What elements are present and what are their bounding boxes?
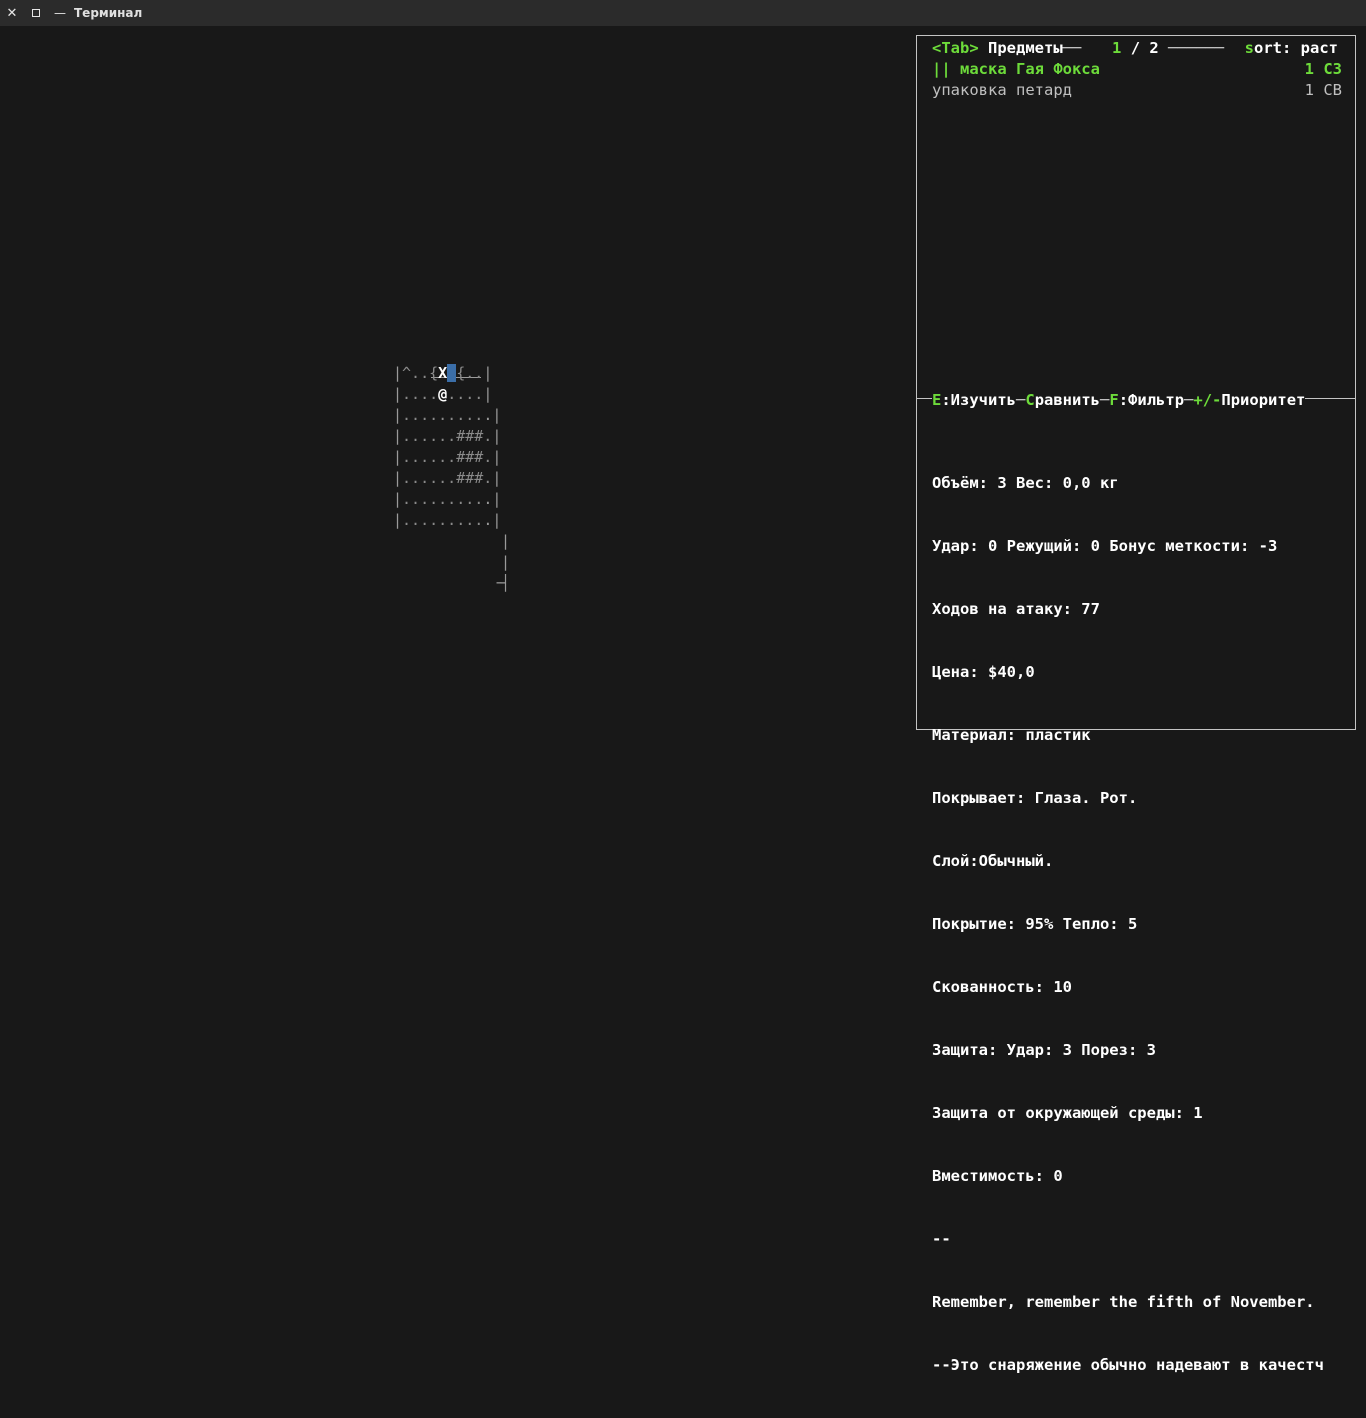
tab-key[interactable]: <Tab> <box>932 39 979 57</box>
map-row: |^..{X6{..| <box>393 364 493 382</box>
map-cursor: 6 <box>447 364 457 382</box>
map-wall-corner: ╶┤ <box>492 574 511 592</box>
item-details: Объём: 3 Вес: 0,0 кг Удар: 0 Режущий: 0 … <box>932 431 1352 1418</box>
sort-key: s <box>1244 39 1254 57</box>
cmd-filter-label[interactable]: :Фильтр <box>1119 391 1184 409</box>
maximize-icon[interactable] <box>24 0 48 26</box>
terminal-area[interactable]: |^..{X6{..| |....@....| |..........| |..… <box>0 26 1366 1374</box>
detail-line: Вместимость: 0 <box>932 1167 1063 1185</box>
close-icon[interactable]: ✕ <box>0 0 24 26</box>
map-row-3: ......###. <box>402 427 493 445</box>
detail-line: Объём: 3 Вес: 0,0 кг <box>932 474 1119 492</box>
map-player-x: X <box>438 364 448 382</box>
page-total: 2 <box>1149 39 1159 57</box>
sort-control[interactable]: sort: раст <box>1245 38 1338 59</box>
map-row: |......###.| <box>393 448 502 466</box>
inventory-item[interactable]: упаковка петард 1 СВ <box>932 80 1342 101</box>
detail-line: --Это снаряжение обычно надевают в качес… <box>932 1356 1324 1374</box>
minimize-icon[interactable]: — <box>48 0 72 26</box>
map-row-5: ......###. <box>402 469 493 487</box>
inventory-header: <Tab> Предметы── 1 / 2 ────── sort: раст <box>932 38 1338 59</box>
detail-line: Remember, remember the fifth of November… <box>932 1293 1315 1311</box>
map-row-0-post: {.. <box>456 364 484 382</box>
inventory-item[interactable]: || маска Гая Фокса 1 СЗ <box>932 59 1342 80</box>
map-row-2: ......... <box>402 406 484 424</box>
item-qty: 1 СВ <box>1304 81 1342 99</box>
map-row: |......###.| <box>393 469 502 487</box>
map-row-6: ......... <box>402 490 484 508</box>
item-qty: 1 СЗ <box>1304 60 1342 78</box>
map-row: |..........| <box>393 511 502 529</box>
command-bar: E:Изучить─Cравнить─F:Фильтр─+/-Приоритет <box>932 390 1306 411</box>
detail-line: Ходов на атаку: 77 <box>932 600 1100 618</box>
inventory-title: Предметы <box>988 39 1063 57</box>
cmd-priority-label[interactable]: Приоритет <box>1221 391 1305 409</box>
detail-line: Покрытие: 95% Тепло: 5 <box>932 915 1138 933</box>
map-row-0-pre: ^..{ <box>402 364 439 382</box>
map-row-4: ......###. <box>402 448 493 466</box>
map-row: |......###.| <box>393 427 502 445</box>
inventory-panel: <Tab> Предметы── 1 / 2 ────── sort: раст |… <box>916 35 1356 1374</box>
game-map: |^..{X6{..| |....@....| |..........| |..… <box>393 363 518 623</box>
cmd-priority-key[interactable]: +/- <box>1193 391 1221 409</box>
sort-label: ort: раст <box>1254 39 1338 57</box>
detail-line: Покрывает: Глаза. Рот. <box>932 789 1138 807</box>
detail-line: Цена: $40,0 <box>932 663 1035 681</box>
item-name: || маска Гая Фокса <box>932 60 1100 78</box>
detail-line: -- <box>932 1230 951 1248</box>
page-current: 1 <box>1112 39 1122 57</box>
window-title: Терминал <box>74 6 143 20</box>
detail-line: Удар: 0 Режущий: 0 Бонус меткости: -3 <box>932 537 1278 555</box>
detail-line: Скованность: 10 <box>932 978 1072 996</box>
item-name: упаковка петард <box>932 81 1072 99</box>
cmd-filter-key[interactable]: F <box>1109 391 1118 409</box>
cmd-compare-label[interactable]: равнить <box>1035 391 1100 409</box>
map-row: |..........| <box>393 406 502 424</box>
map-row: |....@....| <box>393 385 493 403</box>
detail-line: Материал: пластик <box>932 726 1091 744</box>
window-titlebar: ✕ — Терминал <box>0 0 1366 26</box>
map-row-0-edge: | <box>483 364 493 382</box>
detail-line: Защита: Удар: 3 Порез: 3 <box>932 1041 1156 1059</box>
detail-line: Защита от окружающей среды: 1 <box>932 1104 1203 1122</box>
map-row: |..........| <box>393 490 502 508</box>
map-row-7: ......... <box>402 511 484 529</box>
player-at-icon: @ <box>438 385 448 403</box>
page-separator: / <box>1130 39 1141 57</box>
map-wall-right: | <box>501 532 511 550</box>
detail-line: Слой:Обычный. <box>932 852 1054 870</box>
cmd-examine-key[interactable]: E <box>932 391 941 409</box>
cmd-examine-label[interactable]: :Изучить <box>941 391 1016 409</box>
map-row-1: ....@.... <box>402 385 484 403</box>
cmd-compare-key[interactable]: C <box>1025 391 1034 409</box>
map-wall-right: | <box>501 553 511 571</box>
